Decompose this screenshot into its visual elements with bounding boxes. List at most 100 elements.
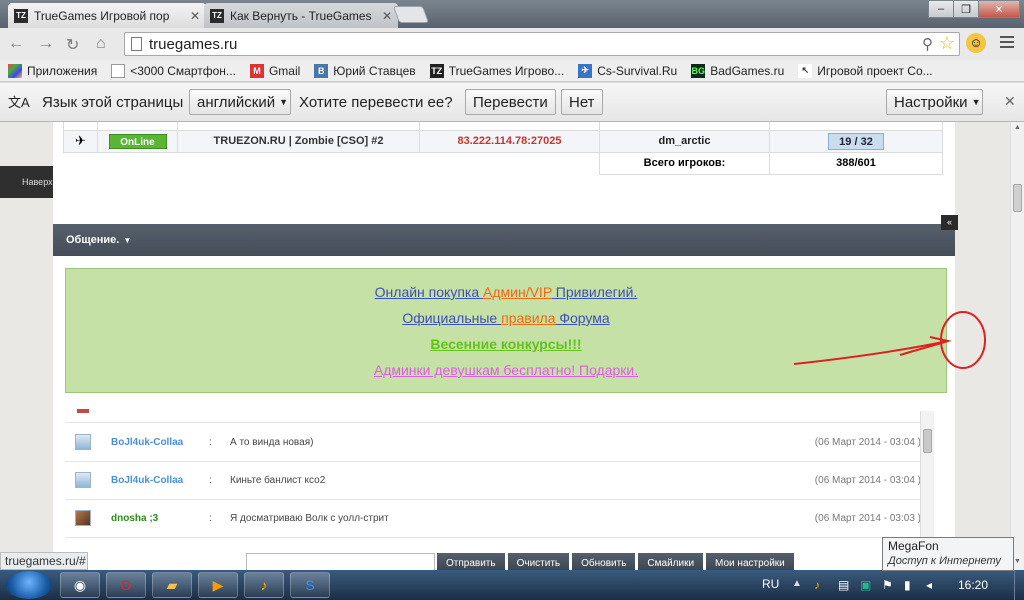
bookmark-gmail[interactable]: M Gmail	[249, 63, 300, 78]
forward-arrow-icon[interactable]: →	[38, 35, 54, 53]
chat-nick[interactable]: dnosha ;3	[111, 513, 158, 524]
notice-link[interactable]: Форума	[555, 310, 609, 326]
gifts-link[interactable]: Админки девушкам бесплатно! Подарки.	[374, 362, 638, 378]
server-name[interactable]: TRUEZON.RU | Zombie [CSO] #2	[214, 135, 384, 147]
chrome-icon[interactable]: ◉	[60, 572, 100, 598]
notice-link[interactable]: Онлайн покупка	[375, 284, 483, 300]
new-tab-button[interactable]	[392, 6, 430, 23]
chevron-up-icon[interactable]: ▲	[792, 578, 802, 589]
bookmark-label: TrueGames Игрово...	[448, 63, 565, 78]
bookmark-truegames[interactable]: TZ TrueGames Игрово...	[429, 63, 565, 78]
tz-icon: TZ	[429, 63, 444, 78]
zoom-icon[interactable]: ⚲	[922, 35, 933, 53]
notice-line[interactable]: Весенние конкурсы!!!	[66, 331, 946, 357]
folder-icon[interactable]: ▰	[152, 572, 192, 598]
avatar	[77, 409, 89, 413]
language-value: английский	[197, 93, 276, 111]
clock[interactable]: 16:20	[958, 578, 988, 592]
notice-link[interactable]: Официальные	[402, 310, 501, 326]
chevron-down-icon: ▼	[971, 97, 981, 107]
my-settings-button[interactable]: Мои настройки	[706, 553, 794, 570]
chat-header[interactable]: Общение. ▼	[53, 224, 955, 256]
total-value: 388/601	[769, 151, 943, 175]
aimp-icon[interactable]: ♪	[244, 572, 284, 598]
media-player-icon[interactable]: ▶	[198, 572, 238, 598]
input-language[interactable]: RU	[762, 577, 779, 591]
scroll-thumb[interactable]	[923, 429, 932, 453]
extension-smiley-icon[interactable]: ☺	[966, 33, 986, 53]
settings-button[interactable]: Настройки ▼	[886, 89, 983, 115]
scroll-down-icon[interactable]: ▼	[1014, 558, 1021, 565]
chat-scrollbar[interactable]	[920, 411, 934, 537]
no-button[interactable]: Нет	[561, 89, 603, 115]
opera-icon[interactable]: O	[106, 572, 146, 598]
clear-button[interactable]: Очистить	[507, 553, 570, 570]
menu-icon[interactable]	[1000, 36, 1014, 51]
chat-nick[interactable]: BoJl4uk-Collaa	[111, 437, 183, 448]
scroll-up-icon[interactable]: ▲	[1014, 124, 1021, 131]
translate-question: Хотите перевести ее?	[299, 94, 453, 111]
smileys-button[interactable]: Смайлики	[638, 553, 704, 570]
notice-line[interactable]: Админки девушкам бесплатно! Подарки.	[66, 357, 946, 383]
notice-line[interactable]: Официальные правила Форума	[66, 305, 946, 331]
notice-line[interactable]: Онлайн покупка Админ/VIP Привилегий.	[66, 279, 946, 305]
collapse-button[interactable]: «	[941, 215, 958, 230]
tab-truegames[interactable]: TZ TrueGames Игровой пор ✕	[8, 3, 206, 28]
table-row[interactable]: ✈ OnLine TRUEZON.RU | Zombie [CSO] #2 83…	[63, 129, 943, 153]
show-desktop-button[interactable]	[1014, 570, 1024, 600]
page-scrollbar[interactable]: ▲ ▼	[1010, 122, 1024, 570]
address-bar[interactable]: truegames.ru ⚲ ☆	[124, 32, 960, 56]
bookmark-badgames[interactable]: BG BadGames.ru	[691, 63, 785, 78]
device-tray-icon[interactable]: ▤	[838, 578, 852, 592]
translate-button[interactable]: Перевести	[465, 89, 556, 115]
translate-prompt: Язык этой страницы	[42, 94, 184, 111]
avatar	[75, 510, 91, 526]
refresh-button[interactable]: Обновить	[572, 553, 636, 570]
bookmark-label: Приложения	[27, 63, 98, 78]
bookmark-vk[interactable]: B Юрий Ставцев	[314, 63, 416, 78]
back-arrow-icon[interactable]: ←	[8, 35, 24, 53]
avatar	[75, 472, 91, 488]
close-icon[interactable]: ✕	[1004, 93, 1016, 110]
server-map: dm_arctic	[658, 135, 711, 147]
network-tray-icon[interactable]: ▮	[904, 578, 918, 592]
aimp-tray-icon[interactable]: ♪	[814, 578, 828, 592]
tz-favicon-icon: TZ	[14, 8, 28, 23]
maximize-button[interactable]: ❐	[953, 0, 979, 18]
rules-link[interactable]: правила	[501, 310, 555, 326]
server-ip[interactable]: 83.222.114.78:27025	[458, 135, 562, 147]
send-button[interactable]: Отправить	[437, 553, 505, 570]
gmail-icon: M	[249, 63, 264, 78]
home-icon[interactable]: ⌂	[96, 35, 106, 53]
cs-game-icon: ✈	[63, 129, 98, 153]
close-icon[interactable]: ✕	[382, 9, 392, 23]
minimize-button[interactable]: –	[928, 0, 954, 18]
close-icon[interactable]: ✕	[190, 9, 200, 23]
web-page: Наверх ✈ OnLine TRUEZON.RU | Zombie [CSO…	[0, 122, 1010, 570]
bookmark-apps[interactable]: Приложения	[8, 63, 98, 78]
chat-message: Киньте банлист ксо2	[230, 475, 326, 486]
chat-input[interactable]	[246, 553, 435, 570]
tab-title: TrueGames Игровой пор	[34, 8, 170, 23]
contests-link[interactable]: Весенние конкурсы!!!	[430, 336, 581, 352]
scroll-thumb[interactable]	[1013, 184, 1022, 212]
bookmark-cs-survival[interactable]: ✈ Cs-Survival.Ru	[578, 63, 677, 78]
page-icon	[111, 63, 126, 78]
notice-link[interactable]: Привилегий.	[552, 284, 638, 300]
language-select[interactable]: английский ▼	[189, 89, 291, 115]
bookmark-label: BadGames.ru	[710, 63, 785, 78]
avatar	[75, 434, 91, 450]
bookmark-game-project[interactable]: ↖ Игровой проект Co...	[798, 63, 933, 78]
skype-icon[interactable]: S	[290, 572, 330, 598]
volume-tray-icon[interactable]: ◂	[926, 578, 940, 592]
star-icon[interactable]: ☆	[939, 33, 955, 54]
reload-icon[interactable]: ↻	[66, 35, 79, 55]
flag-tray-icon[interactable]: ⚑	[882, 578, 896, 592]
start-button[interactable]	[6, 571, 52, 599]
megafon-tray-icon[interactable]: ▣	[860, 578, 874, 592]
tab-kak-vernut[interactable]: TZ Как Вернуть - TrueGames ✕	[204, 3, 398, 28]
close-window-button[interactable]: ✕	[978, 0, 1020, 18]
chat-nick[interactable]: BoJl4uk-Collaa	[111, 475, 183, 486]
notice-link[interactable]: Админ/VIP	[483, 284, 552, 300]
bookmark-smartphone[interactable]: <3000 Смартфон...	[111, 63, 236, 78]
